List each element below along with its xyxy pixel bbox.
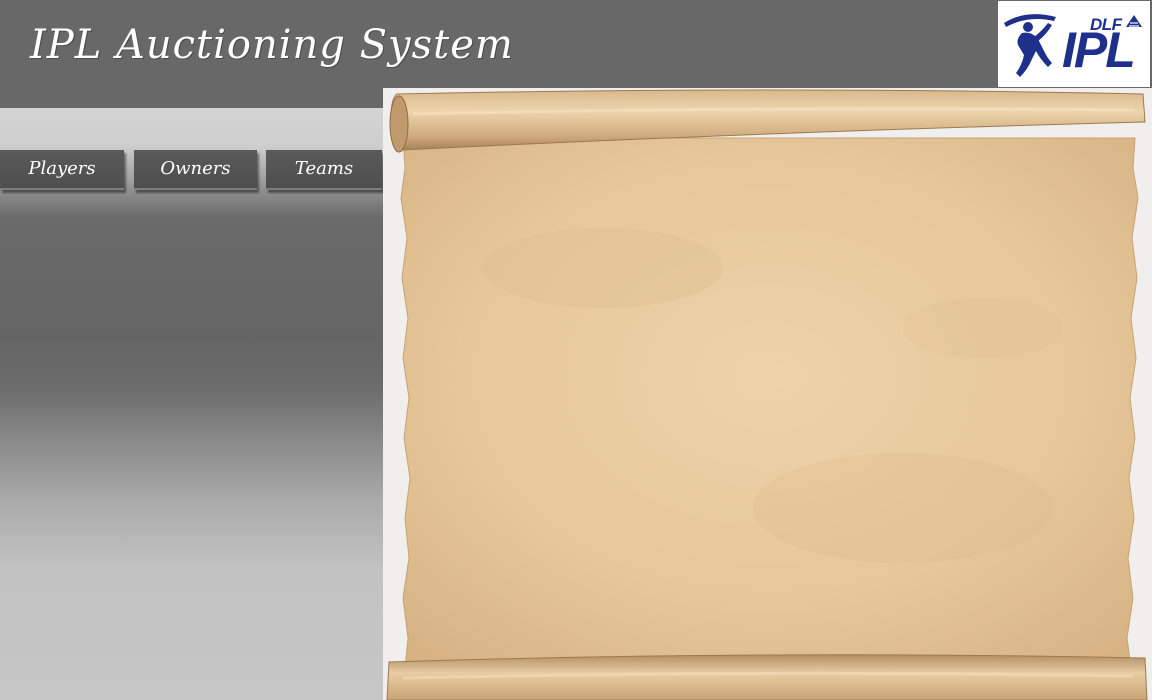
main-nav: Players Owners Teams [0, 150, 383, 190]
tab-players[interactable]: Players [0, 150, 124, 190]
content-area [383, 88, 1152, 700]
tab-owners[interactable]: Owners [134, 150, 257, 190]
parchment-scroll-icon [386, 89, 1148, 700]
ipl-logo: DLF IPL [998, 1, 1150, 87]
tab-teams[interactable]: Teams [266, 150, 382, 190]
logo-ipl-text: IPL [1062, 22, 1136, 78]
left-panel [0, 108, 383, 700]
page-title: IPL Auctioning System [30, 22, 514, 68]
